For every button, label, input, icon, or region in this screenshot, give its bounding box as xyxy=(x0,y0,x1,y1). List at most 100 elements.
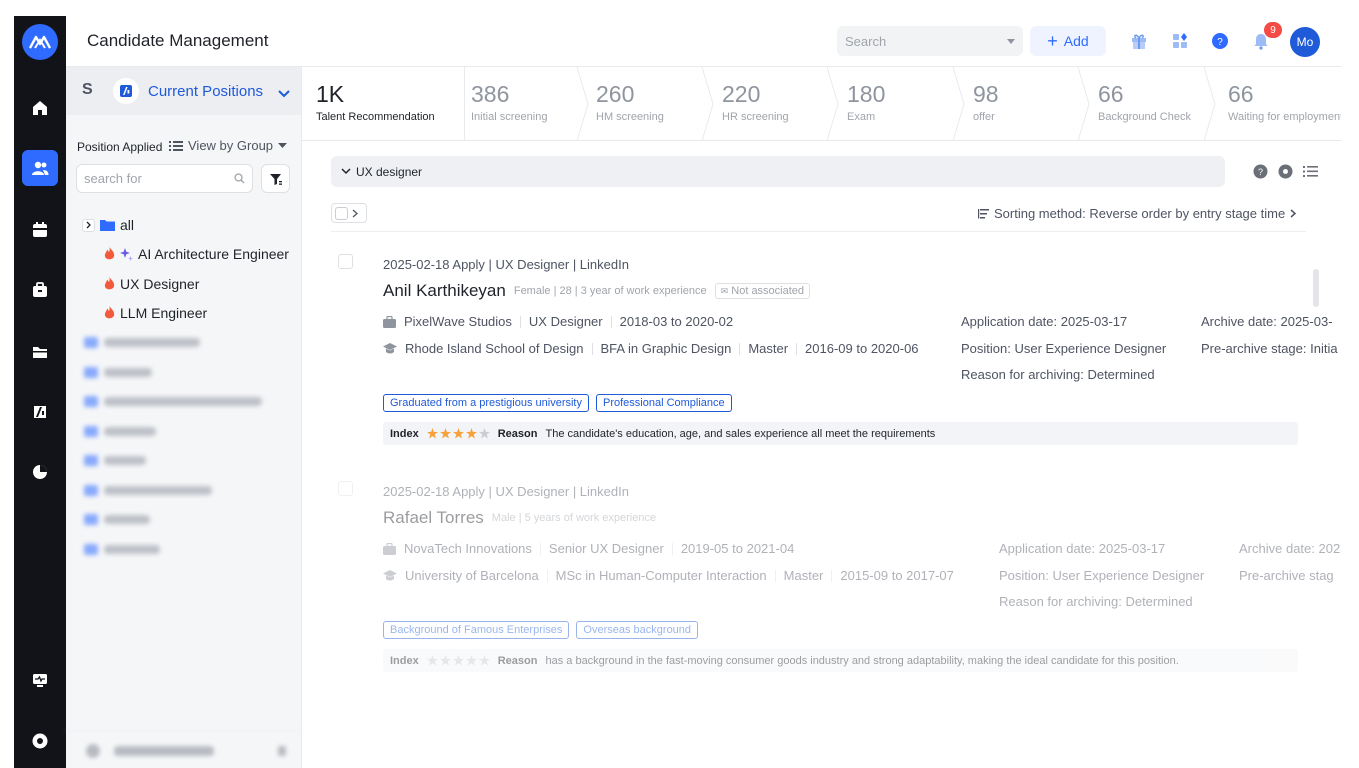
association-tag: ✉ Not associated xyxy=(714,283,811,299)
group-label: UX designer xyxy=(356,164,423,179)
stage-tab-initial-screening[interactable]: 386 Initial screening xyxy=(457,67,589,141)
star-icon xyxy=(465,655,477,666)
candidate-name-row: Rafael Torres Male | 5 years of work exp… xyxy=(383,508,656,528)
tag: Background of Famous Enterprises xyxy=(383,621,570,639)
stage-count: 180 xyxy=(847,81,886,107)
gift-icon[interactable] xyxy=(1128,30,1150,52)
position-search-input[interactable]: search for xyxy=(76,164,253,193)
user-avatar[interactable]: Mo xyxy=(1290,27,1320,57)
page-title: Candidate Management xyxy=(87,31,269,50)
star-icon xyxy=(478,428,490,439)
app-logo-icon[interactable] xyxy=(22,24,58,60)
tree-root-all[interactable]: all xyxy=(82,217,134,233)
filter-button[interactable] xyxy=(261,164,290,193)
archive-date: Archive date: 2025-03- xyxy=(1201,314,1333,329)
stage-label: Talent Recommendation xyxy=(316,111,435,123)
help-icon: ? xyxy=(1253,164,1268,179)
star-icon xyxy=(426,655,438,666)
chevron-down-icon[interactable] xyxy=(1007,38,1015,44)
stage-label: Background Check xyxy=(1098,111,1191,123)
candidate-card[interactable]: 2025-02-18 Apply | UX Designer | LinkedI… xyxy=(331,460,1341,680)
index-bar: Index Reason The candidate's education, … xyxy=(383,422,1298,445)
group-header-ux-designer[interactable]: UX designer xyxy=(331,156,1225,187)
tree-item-ai-architecture-engineer[interactable]: AI Architecture Engineer xyxy=(104,246,289,262)
education-row: Rhode Island School of Design BFA in Gra… xyxy=(383,341,919,356)
reason-for-archiving: Reason for archiving: Determined xyxy=(961,367,1155,382)
stage-tab-waiting-for-employment[interactable]: 66 Waiting for employment xyxy=(1214,67,1341,141)
stage-label: Initial screening xyxy=(471,111,548,123)
help-icon[interactable]: ? xyxy=(1209,30,1231,52)
calendar-icon[interactable] xyxy=(22,212,58,248)
briefcase-icon xyxy=(383,315,396,328)
sorting-label: Sorting method: Reverse order by entry s… xyxy=(994,206,1286,221)
sorting-method[interactable]: Sorting method: Reverse order by entry s… xyxy=(978,206,1297,221)
chevron-down-icon xyxy=(341,168,351,175)
candidate-tags: Background of Famous Enterprises Oversea… xyxy=(383,621,699,639)
position-switcher[interactable]: S Current Positions xyxy=(66,67,301,115)
archive-date: Archive date: 202 xyxy=(1239,541,1341,556)
chevron-right-icon xyxy=(1290,209,1297,218)
view-by-group-label: View by Group xyxy=(188,138,274,153)
tree-item-ux-designer[interactable]: UX Designer xyxy=(104,276,199,292)
report-icon[interactable] xyxy=(22,454,58,490)
list-view-icon xyxy=(1303,166,1318,177)
divider xyxy=(331,231,1306,232)
stage-tab-offer[interactable]: 98 offer xyxy=(959,67,1090,141)
star-icon xyxy=(478,655,490,666)
select-all-checkbox[interactable] xyxy=(331,203,367,223)
job-title: Senior UX Designer xyxy=(548,541,664,556)
stage-tab-exam[interactable]: 180 Exam xyxy=(833,67,965,141)
stage-tab-talent-recommendation[interactable]: 1K Talent Recommendation xyxy=(302,67,465,141)
apps-grid-icon[interactable] xyxy=(1169,30,1191,52)
candidate-checkbox[interactable] xyxy=(338,254,353,269)
switch-icon[interactable]: S xyxy=(82,81,93,99)
folder-icon[interactable] xyxy=(22,334,58,370)
add-button-label: Add xyxy=(1063,33,1089,49)
stage-label: Exam xyxy=(847,111,876,123)
reason-text: The candidate's education, age, and sale… xyxy=(545,427,936,440)
position-applied-label: Position Applied xyxy=(77,140,163,154)
candidate-card[interactable]: 2025-02-18 Apply | UX Designer | LinkedI… xyxy=(331,233,1341,453)
add-button[interactable]: + Add xyxy=(1030,26,1106,56)
stage-count: 220 xyxy=(722,81,761,107)
stage-tab-hm-screening[interactable]: 260 HM screening xyxy=(582,67,714,141)
view-by-group-dropdown[interactable]: View by Group xyxy=(169,138,288,153)
candidate-name[interactable]: Anil Karthikeyan xyxy=(383,281,506,301)
positions-icon[interactable] xyxy=(22,394,58,430)
blurred-group-row xyxy=(84,512,150,526)
scrollbar[interactable] xyxy=(1313,269,1319,307)
tree-item-label: LLM Engineer xyxy=(120,305,208,321)
degree: Master xyxy=(748,341,789,356)
education-row: University of Barcelona MSc in Human-Com… xyxy=(383,568,954,583)
candidate-details: Female | 28 | 3 year of work experience xyxy=(513,285,707,297)
monitor-icon[interactable] xyxy=(22,662,58,698)
chevron-right-icon[interactable] xyxy=(82,218,95,232)
tree-item-llm-engineer[interactable]: LLM Engineer xyxy=(104,305,207,321)
position-search-placeholder: search for xyxy=(84,171,142,186)
checkbox[interactable] xyxy=(335,206,348,220)
candidate-checkbox[interactable] xyxy=(338,481,353,496)
candidates-icon[interactable] xyxy=(22,150,58,186)
current-positions-label: Current Positions xyxy=(148,83,264,100)
stage-label: offer xyxy=(973,111,995,123)
star-icon xyxy=(452,655,464,666)
work-experience-row: NovaTech Innovations Senior UX Designer … xyxy=(383,541,794,556)
stage-label: HR screening xyxy=(722,111,789,123)
stage-tab-hr-screening[interactable]: 220 HR screening xyxy=(708,67,839,141)
stage-label: Waiting for employment xyxy=(1228,111,1341,123)
stage-tab-background-check[interactable]: 66 Background Check xyxy=(1084,67,1216,141)
search-icon xyxy=(234,173,245,184)
home-icon[interactable] xyxy=(22,90,58,126)
star-icon xyxy=(439,428,451,439)
settings-icon[interactable] xyxy=(22,723,58,759)
candidate-name[interactable]: Rafael Torres xyxy=(383,508,484,528)
blurred-group-row xyxy=(84,365,152,379)
stage-count: 98 xyxy=(973,81,999,107)
global-search-input[interactable]: Search xyxy=(837,26,1023,56)
briefcase-icon[interactable] xyxy=(22,272,58,308)
star-icon xyxy=(439,655,451,666)
work-period: 2018-03 to 2020-02 xyxy=(619,314,734,329)
reason-label: Reason xyxy=(497,654,538,667)
candidate-name-row: Anil Karthikeyan Female | 28 | 3 year of… xyxy=(383,281,811,301)
chevron-down-icon[interactable] xyxy=(278,85,290,103)
